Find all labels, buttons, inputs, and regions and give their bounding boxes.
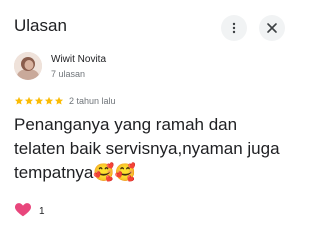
star-icon <box>54 96 64 105</box>
header-bar: Ulasan <box>0 0 300 52</box>
reviewer-name[interactable]: Wiwit Novita <box>51 54 106 66</box>
star-icon <box>24 96 34 105</box>
page-title: Ulasan <box>14 16 67 35</box>
like-button[interactable]: 1 <box>14 201 45 222</box>
avatar[interactable] <box>14 52 42 80</box>
star-icon <box>14 96 24 105</box>
review-text: Penanganya yang ramah dan telaten baik s… <box>14 115 280 182</box>
star-icon <box>44 96 54 105</box>
review-time: 2 tahun lalu <box>69 95 116 106</box>
close-button[interactable] <box>259 15 285 41</box>
more-vertical-icon <box>228 22 240 34</box>
reviewer-review-count: 7 ulasan <box>51 69 86 79</box>
heart-icon <box>14 201 32 222</box>
star-rating <box>14 96 64 106</box>
close-icon <box>266 22 278 34</box>
rating-row: 2 tahun lalu <box>14 95 116 107</box>
more-options-button[interactable] <box>221 15 247 41</box>
like-count: 1 <box>39 205 45 217</box>
review-page: Ulasan Wiwit Novita 7 ulasan 2 tahun lal… <box>0 0 300 242</box>
star-icon <box>34 96 44 105</box>
